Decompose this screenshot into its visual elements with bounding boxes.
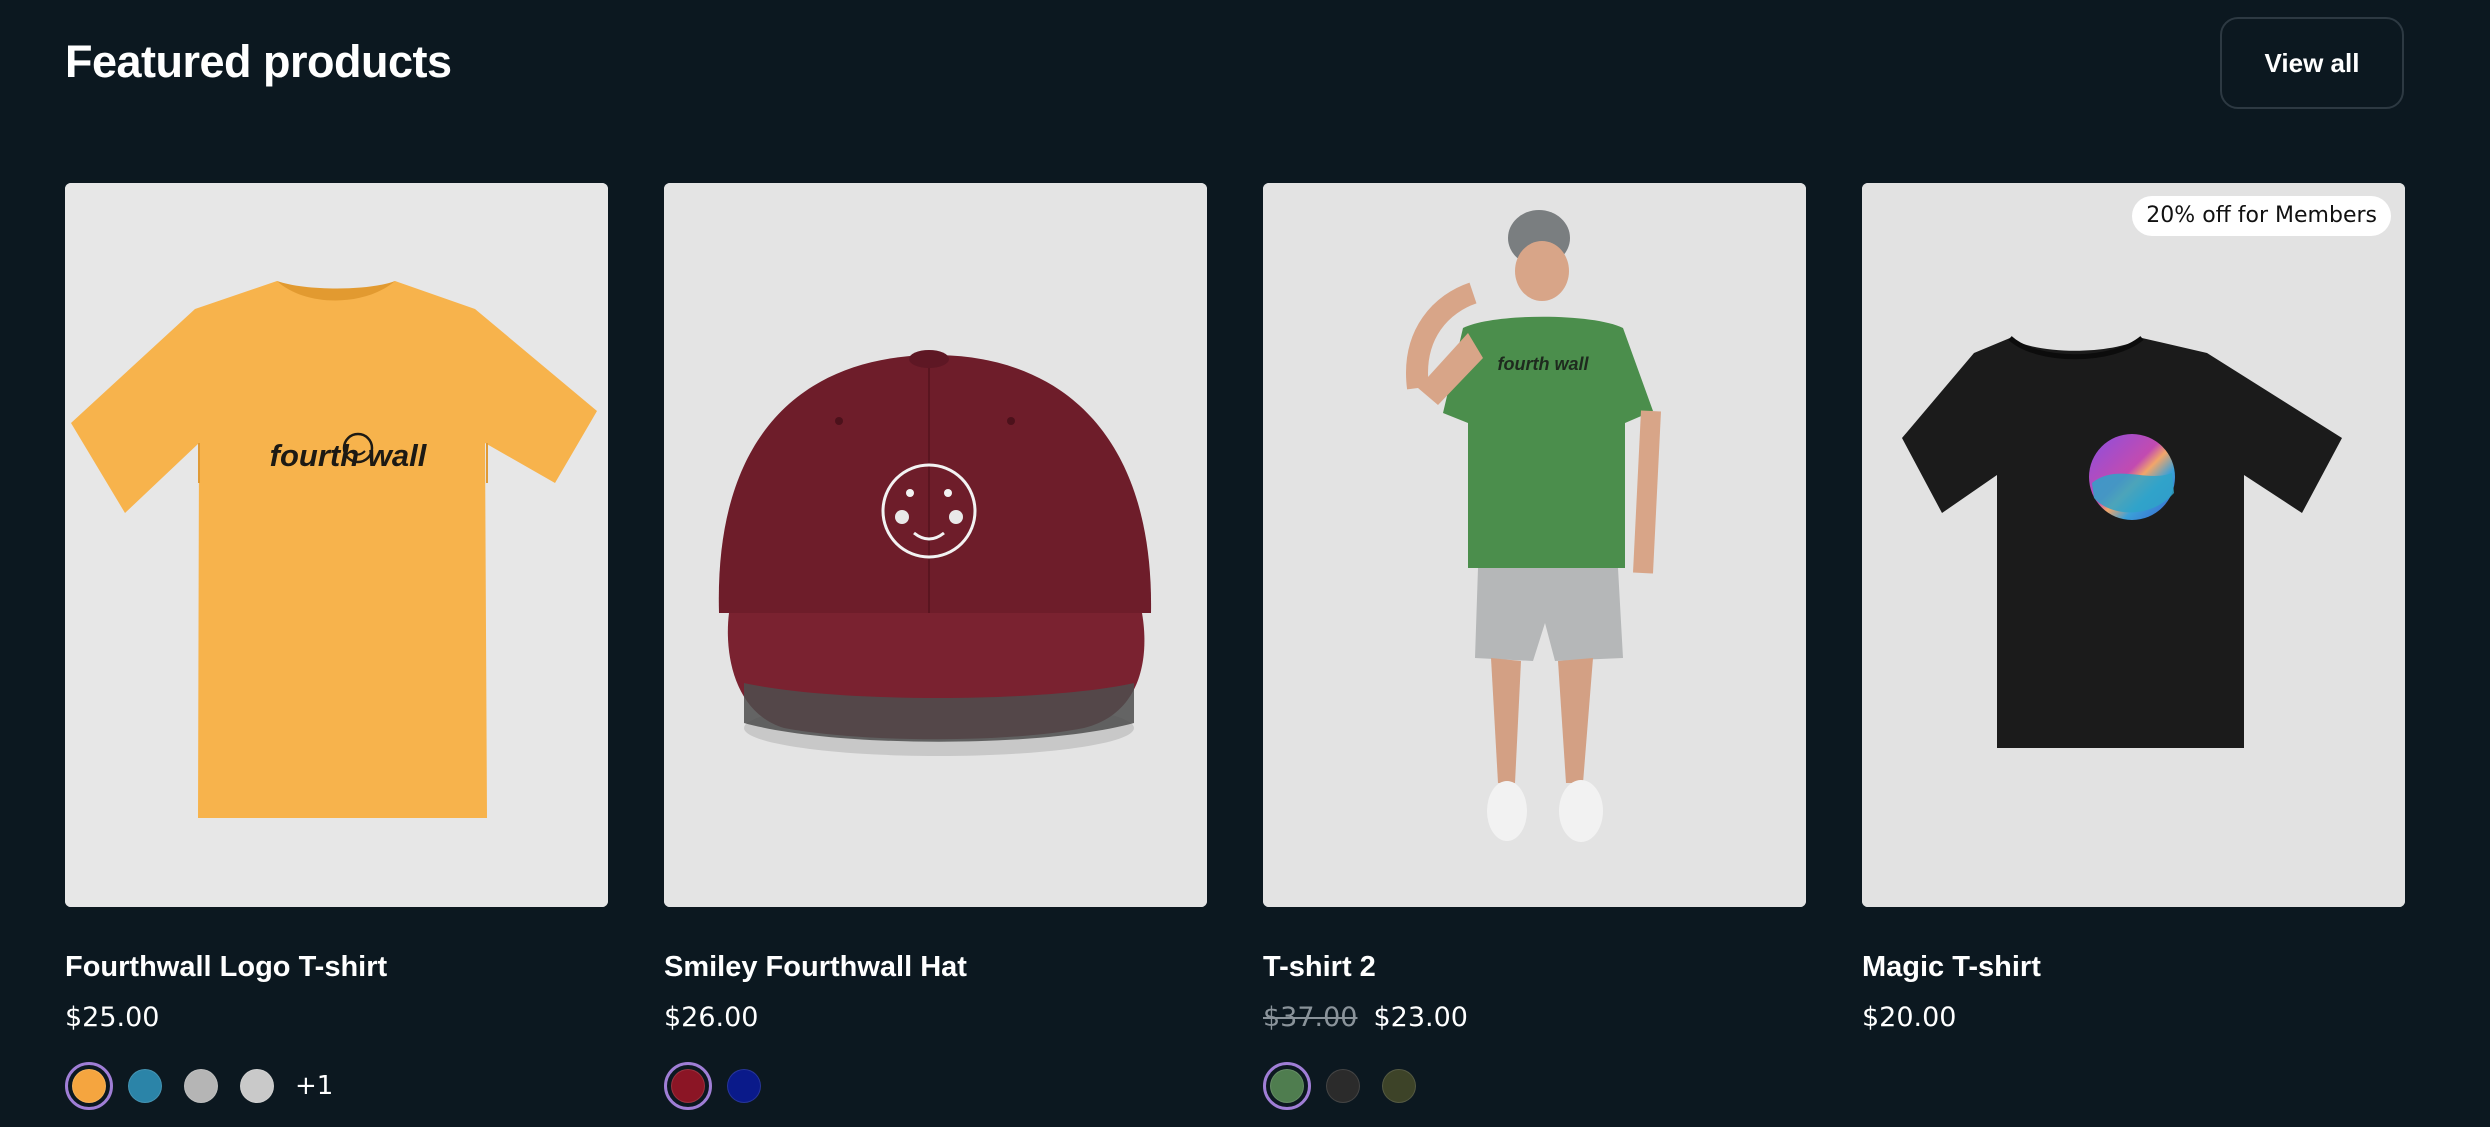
- product-image[interactable]: fourth wall: [1263, 183, 1806, 907]
- color-swatch-red[interactable]: [664, 1062, 712, 1110]
- price-row: $25.00: [65, 998, 608, 1038]
- color-swatches: +1: [65, 1061, 608, 1111]
- product-image[interactable]: [664, 183, 1207, 907]
- section-title: Featured products: [65, 36, 452, 87]
- product-name[interactable]: T-shirt 2: [1263, 947, 1806, 987]
- color-swatches: [1263, 1061, 1806, 1111]
- product-name[interactable]: Magic T-shirt: [1862, 947, 2405, 987]
- color-swatch-blue[interactable]: [121, 1062, 169, 1110]
- color-swatch-gray[interactable]: [177, 1062, 225, 1110]
- product-card[interactable]: fourth wall Fourthwall Logo T-shirt $25.…: [65, 183, 608, 1111]
- product-name[interactable]: Fourthwall Logo T-shirt: [65, 947, 608, 987]
- product-image[interactable]: 20% off for Members: [1862, 183, 2405, 907]
- original-price: $37.00: [1263, 1002, 1358, 1033]
- sale-price: $23.00: [1373, 1002, 1468, 1033]
- svg-text:fourth wall: fourth wall: [270, 438, 428, 473]
- maroon-cap-image: [664, 183, 1207, 907]
- product-grid: fourth wall Fourthwall Logo T-shirt $25.…: [65, 183, 2405, 1111]
- color-swatches: [664, 1061, 1207, 1111]
- color-swatch-orange[interactable]: [65, 1062, 113, 1110]
- yellow-tshirt-image: fourth wall: [65, 183, 608, 907]
- product-name[interactable]: Smiley Fourthwall Hat: [664, 947, 1207, 987]
- product-card[interactable]: fourth wall T-shirt 2 $37.00 $23.00: [1263, 183, 1806, 1111]
- color-swatch-light-gray[interactable]: [233, 1062, 281, 1110]
- product-image[interactable]: fourth wall: [65, 183, 608, 907]
- color-swatch-navy[interactable]: [720, 1062, 768, 1110]
- black-tshirt-image: [1862, 183, 2405, 907]
- color-swatch-green[interactable]: [1263, 1062, 1311, 1110]
- svg-text:fourth wall: fourth wall: [1498, 354, 1590, 374]
- product-price: $20.00: [1862, 1002, 1957, 1033]
- member-discount-badge: 20% off for Members: [2132, 196, 2391, 236]
- product-card[interactable]: Smiley Fourthwall Hat $26.00: [664, 183, 1207, 1111]
- product-price: $25.00: [65, 1002, 160, 1033]
- color-swatch-olive[interactable]: [1375, 1062, 1423, 1110]
- color-swatch-black[interactable]: [1319, 1062, 1367, 1110]
- product-price: $26.00: [664, 1002, 759, 1033]
- man-green-tshirt-image: fourth wall: [1263, 183, 1806, 907]
- price-row: $26.00: [664, 998, 1207, 1038]
- price-row: $20.00: [1862, 998, 2405, 1038]
- view-all-button[interactable]: View all: [2220, 17, 2404, 109]
- product-card[interactable]: 20% off for Members Magic T-shirt $20.00: [1862, 183, 2405, 1111]
- price-row: $37.00 $23.00: [1263, 998, 1806, 1038]
- more-colors-count[interactable]: +1: [295, 1071, 333, 1101]
